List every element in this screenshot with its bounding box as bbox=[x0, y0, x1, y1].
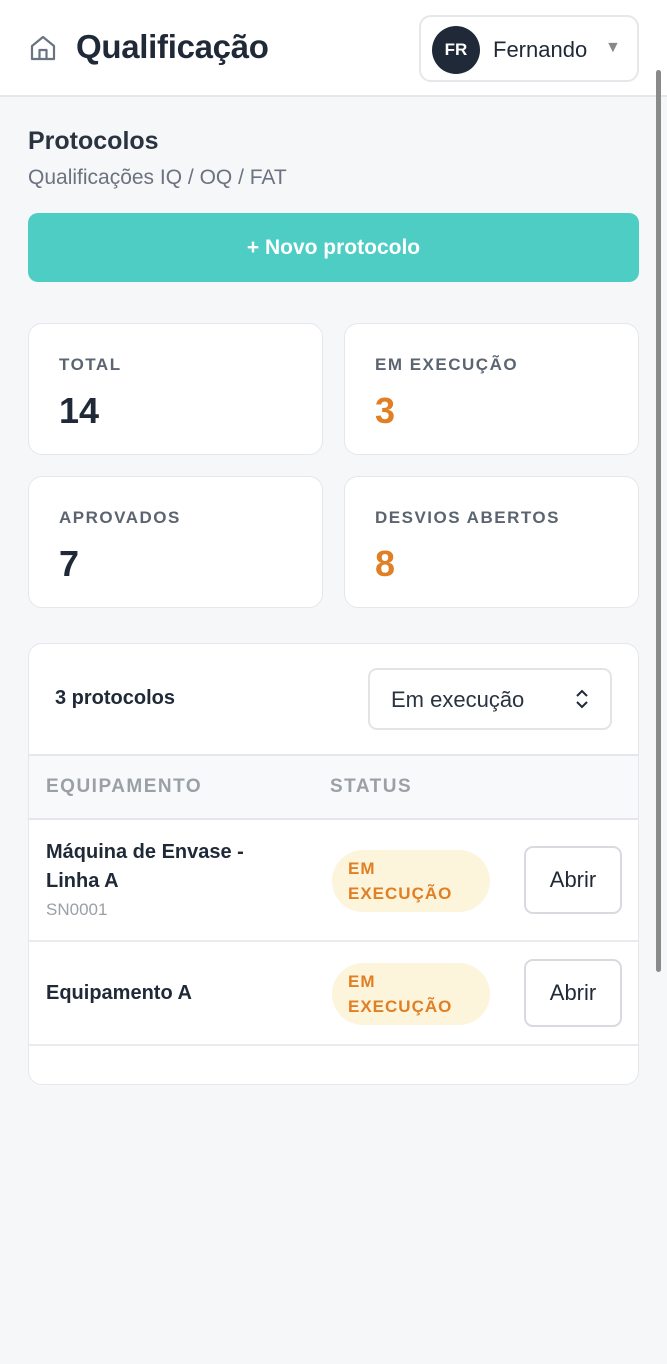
stat-label: DESVIOS ABERTOS bbox=[375, 508, 560, 527]
status-badge: EM EXECUÇÃO bbox=[332, 850, 490, 912]
stat-label: APROVADOS bbox=[59, 508, 181, 527]
stat-value: 8 bbox=[375, 543, 396, 584]
status-badge-line2: EXECUÇÃO bbox=[348, 884, 453, 903]
stat-label: TOTAL bbox=[59, 355, 122, 374]
table-row: Equipamento A EM EXECUÇÃO Abrir bbox=[29, 942, 638, 1046]
column-header-equipment: EQUIPAMENTO bbox=[46, 776, 203, 797]
protocol-count: 3 protocolos bbox=[55, 687, 176, 709]
status-badge-line1: EM bbox=[348, 859, 376, 878]
stat-label: EM EXECUÇÃO bbox=[375, 355, 519, 374]
equipment-serial: SN0001 bbox=[46, 900, 108, 919]
status-badge-line2: EXECUÇÃO bbox=[348, 997, 453, 1016]
equipment-name: Máquina de Envase - Linha A bbox=[46, 841, 244, 892]
page-subtitle: Qualificações IQ / OQ / FAT bbox=[28, 166, 287, 189]
caret-down-icon: ▼ bbox=[605, 39, 621, 56]
top-header: Qualificação FR Fernando ▼ bbox=[0, 0, 667, 97]
updown-chevron-icon bbox=[576, 689, 588, 709]
stat-value: 3 bbox=[375, 390, 396, 431]
home-icon[interactable] bbox=[28, 33, 58, 63]
status-badge: EM EXECUÇÃO bbox=[332, 963, 490, 1025]
user-menu-button[interactable]: FR Fernando ▼ bbox=[419, 15, 639, 82]
stat-card-total: TOTAL 14 bbox=[28, 323, 323, 455]
table-header: EQUIPAMENTO STATUS bbox=[29, 754, 638, 820]
select-value: Em execução bbox=[391, 687, 525, 712]
open-button[interactable]: Abrir bbox=[524, 959, 622, 1027]
user-name: Fernando bbox=[493, 37, 588, 62]
app-title: Qualificação bbox=[76, 28, 269, 65]
table-row: Máquina de Envase - Linha A SN0001 EM EX… bbox=[29, 820, 638, 942]
stat-card-approved: APROVADOS 7 bbox=[28, 476, 323, 608]
stat-value: 14 bbox=[59, 390, 100, 431]
page-title: Protocolos bbox=[28, 127, 159, 155]
stat-value: 7 bbox=[59, 543, 80, 584]
stat-card-open-deviations: DESVIOS ABERTOS 8 bbox=[344, 476, 639, 608]
avatar: FR bbox=[432, 26, 480, 74]
column-header-status: STATUS bbox=[330, 776, 413, 797]
scrollbar[interactable] bbox=[656, 70, 661, 972]
stat-card-in-progress: EM EXECUÇÃO 3 bbox=[344, 323, 639, 455]
status-filter-select[interactable]: Em execução bbox=[368, 668, 612, 730]
open-button[interactable]: Abrir bbox=[524, 846, 622, 914]
protocols-table-card: 3 protocolos Em execução EQUIPAMENTO STA… bbox=[28, 643, 639, 1085]
new-protocol-button[interactable]: + Novo protocolo bbox=[28, 213, 639, 282]
status-badge-line1: EM bbox=[348, 972, 376, 991]
equipment-name: Equipamento A bbox=[46, 982, 192, 1004]
